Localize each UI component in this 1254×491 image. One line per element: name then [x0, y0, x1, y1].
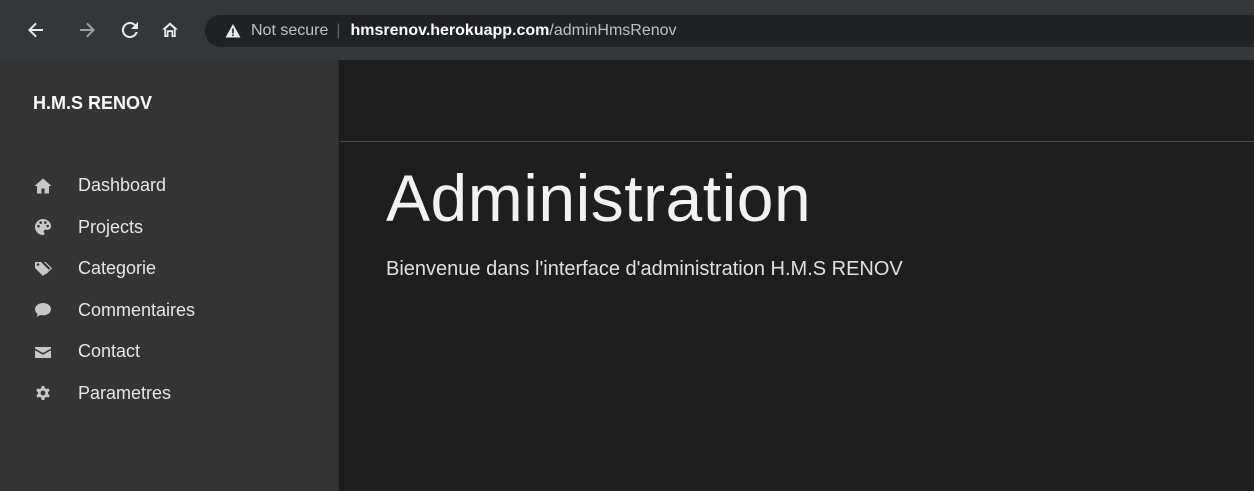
url-path: /adminHmsRenov — [549, 22, 677, 39]
sidebar-item-label: Commentaires — [78, 299, 196, 320]
sidebar-item-label: Contact — [78, 341, 141, 362]
arrow-left-icon[interactable] — [24, 18, 48, 42]
sidebar-item-label: Categorie — [78, 258, 157, 279]
browser-toolbar: Not secure | hmsrenov.herokuapp.com /adm… — [0, 0, 1254, 60]
arrow-right-icon[interactable] — [75, 18, 99, 42]
sidebar: H.M.S RENOV Dashboard Projects Categorie… — [0, 60, 339, 491]
warning-icon — [225, 24, 241, 38]
home-icon — [33, 176, 53, 196]
home-icon[interactable] — [158, 18, 182, 42]
page-title: Administration — [386, 161, 812, 235]
top-navbar — [340, 60, 1254, 142]
page-subtitle: Bienvenue dans l'interface d'administrat… — [386, 258, 903, 280]
reload-icon[interactable] — [118, 18, 142, 42]
security-label[interactable]: Not secure — [251, 22, 328, 40]
sidebar-item-projects[interactable]: Projects — [0, 207, 339, 249]
comment-icon — [33, 300, 53, 320]
palette-icon — [33, 217, 53, 237]
url-separator: | — [336, 22, 341, 39]
brand-title[interactable]: H.M.S RENOV — [33, 93, 152, 114]
url-host: hmsrenov.herokuapp.com — [350, 22, 550, 39]
main-content: Administration Bienvenue dans l'interfac… — [340, 60, 1254, 491]
sidebar-item-parametres[interactable]: Parametres — [0, 373, 339, 415]
address-bar[interactable]: Not secure | hmsrenov.herokuapp.com /adm… — [205, 15, 1254, 47]
sidebar-item-label: Projects — [78, 216, 144, 237]
sidebar-item-categorie[interactable]: Categorie — [0, 248, 339, 290]
gear-icon — [33, 383, 53, 403]
tags-icon — [33, 259, 53, 279]
sidebar-item-dashboard[interactable]: Dashboard — [0, 165, 339, 207]
sidebar-item-label: Parametres — [78, 382, 172, 403]
sidebar-item-commentaires[interactable]: Commentaires — [0, 290, 339, 332]
sidebar-item-label: Dashboard — [78, 175, 167, 196]
envelope-icon — [33, 342, 53, 362]
sidebar-item-contact[interactable]: Contact — [0, 331, 339, 373]
sidebar-menu: Dashboard Projects Categorie Commentaire… — [0, 165, 339, 414]
